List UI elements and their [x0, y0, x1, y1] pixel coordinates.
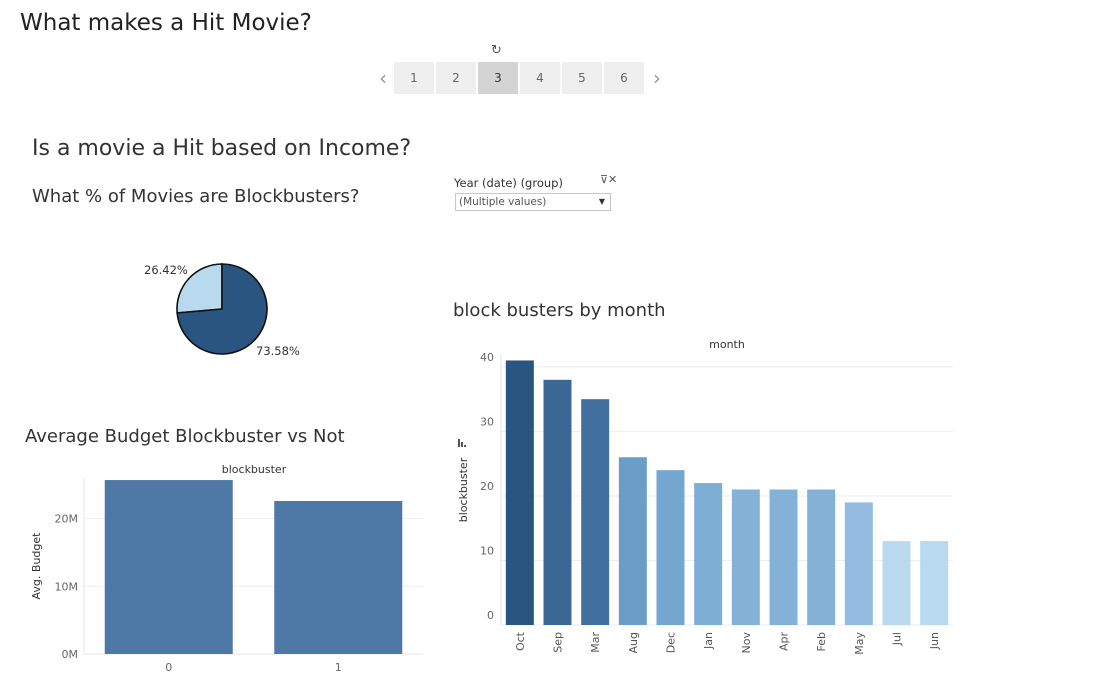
budget-bar-chart: 0M 10M 20M 0 1 blockbuster Avg. Budget [30, 463, 423, 674]
x-tick-label: Jan [702, 632, 715, 650]
x-tick-label: Aug [627, 632, 640, 653]
bar[interactable] [104, 480, 233, 654]
x-tick-label: 0 [165, 661, 172, 674]
filter-clear-icon[interactable]: ⊽✕ [600, 173, 617, 186]
year-filter-value: (Multiple values) [459, 196, 547, 208]
story-pager: ‹ 1 2 3 4 5 6 › [372, 62, 668, 94]
pie-chart: 26.42% 73.58% [144, 263, 300, 358]
x-tick-label: Jun [928, 632, 941, 650]
bar[interactable] [543, 379, 572, 625]
pie-chart-title: What % of Movies are Blockbusters? [32, 186, 360, 207]
page-button-3[interactable]: 3 [478, 62, 518, 94]
chevron-right-icon[interactable]: › [646, 62, 668, 94]
section-heading: Is a movie a Hit based on Income? [32, 136, 412, 161]
year-filter-label: Year (date) (group) [454, 176, 563, 190]
page-button-2[interactable]: 2 [436, 62, 476, 94]
x-tick-label: Feb [815, 632, 828, 651]
y-tick-label: 30 [480, 415, 494, 428]
bar[interactable] [694, 483, 723, 625]
x-tick-label: Sep [552, 632, 565, 653]
month-chart-title: block busters by month [453, 300, 666, 321]
x-tick-label: 1 [335, 661, 342, 674]
bar[interactable] [581, 399, 610, 625]
pie-slice[interactable] [176, 263, 268, 355]
x-tick-label: Oct [514, 631, 527, 651]
page-button-1[interactable]: 1 [394, 62, 434, 94]
bar[interactable] [844, 502, 873, 625]
column-header: blockbuster [222, 463, 287, 476]
chart-canvas: 26.42% 73.58% 0M 10M 20M 0 1 blockbuster Avg. B… [30, 263, 953, 674]
budget-chart-title: Average Budget Blockbuster vs Not [25, 426, 345, 447]
y-tick-label: 20M [55, 513, 79, 526]
x-tick-label: Apr [778, 632, 791, 652]
dashboard-title: What makes a Hit Movie? [20, 10, 312, 36]
page-button-4[interactable]: 4 [520, 62, 560, 94]
page-button-6[interactable]: 6 [604, 62, 644, 94]
bar[interactable] [807, 489, 836, 626]
chevron-left-icon[interactable]: ‹ [372, 62, 394, 94]
bar[interactable] [656, 470, 685, 625]
x-tick-label: Dec [665, 632, 678, 653]
y-tick-label: 0 [487, 609, 494, 622]
y-axis-label: Avg. Budget [30, 532, 43, 600]
y-tick-label: 20 [480, 480, 494, 493]
month-bar-chart: 0 10 20 30 40 Oct Sep Mar Aug Dec Jan Nov Apr Feb May J… [457, 338, 953, 655]
x-tick-label: Mar [589, 632, 602, 653]
bar[interactable] [882, 541, 911, 625]
x-tick-label: Jul [891, 632, 904, 646]
page-button-5[interactable]: 5 [562, 62, 602, 94]
x-tick-label: Nov [740, 632, 753, 654]
y-axis-label: blockbuster [457, 457, 470, 522]
bar[interactable] [618, 457, 647, 625]
y-tick-label: 40 [480, 351, 494, 364]
caret-down-icon: ▼ [598, 197, 605, 206]
pie-slice[interactable] [176, 263, 223, 314]
x-tick-label: May [853, 632, 866, 655]
column-header: month [709, 338, 745, 351]
y-tick-label: 0M [62, 648, 79, 661]
bar[interactable] [731, 489, 760, 626]
refresh-icon[interactable]: ↻ [491, 43, 502, 58]
y-tick-label: 10M [55, 580, 79, 593]
bar[interactable] [920, 541, 949, 625]
y-tick-label: 10 [480, 544, 494, 557]
pie-label: 73.58% [256, 344, 300, 358]
bar[interactable] [274, 501, 403, 654]
pie-label: 26.42% [144, 263, 188, 277]
year-filter-select[interactable]: (Multiple values) ▼ [455, 193, 611, 211]
bar[interactable] [505, 360, 534, 625]
sort-icon[interactable] [458, 439, 466, 447]
bar[interactable] [769, 489, 798, 626]
